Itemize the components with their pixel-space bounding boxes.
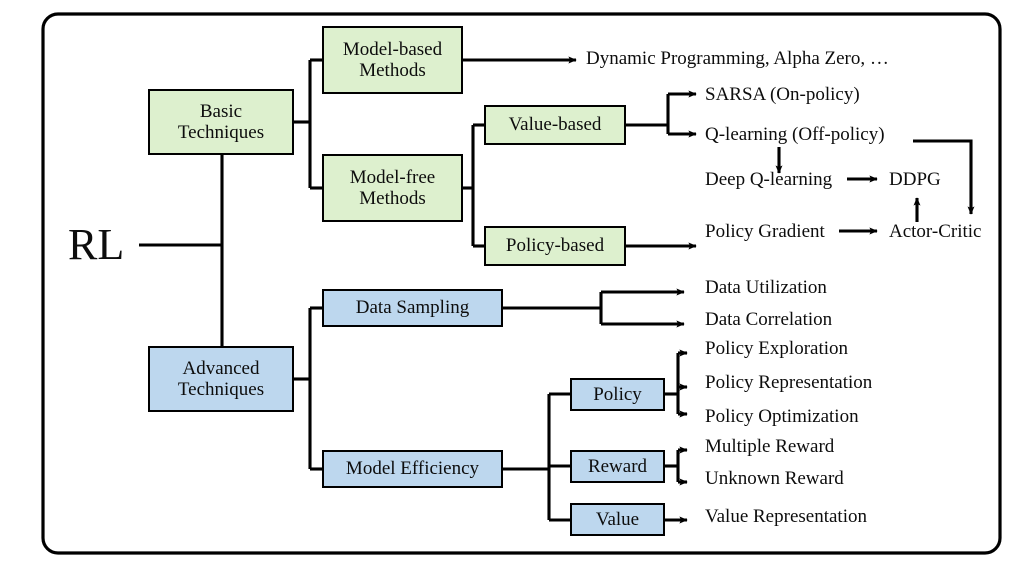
node-label-line2: Methods	[359, 60, 426, 81]
node-label: Value-based	[508, 114, 602, 136]
root-label-rl: RL	[68, 220, 125, 269]
leaf-actor-critic: Actor-Critic	[889, 221, 982, 242]
connector-lines-layer	[41, 12, 1002, 555]
node-advanced-techniques[interactable]: Advanced Techniques	[148, 346, 294, 412]
leaf-dynamic-programming: Dynamic Programming, Alpha Zero, …	[586, 48, 889, 69]
node-model-efficiency[interactable]: Model Efficiency	[322, 450, 503, 488]
node-data-sampling[interactable]: Data Sampling	[322, 289, 503, 327]
node-label-line1: Advanced	[182, 357, 260, 379]
node-label: Policy	[593, 383, 642, 405]
leaf-value-representation: Value Representation	[705, 506, 867, 527]
node-label-line1: Model-free	[349, 166, 436, 188]
leaf-policy-gradient: Policy Gradient	[705, 221, 825, 242]
node-label-line2: Techniques	[177, 122, 265, 143]
leaf-unknown-reward: Unknown Reward	[705, 468, 844, 489]
node-label: Model Efficiency	[345, 458, 480, 480]
node-label: Policy-based	[505, 235, 605, 257]
leaf-data-utilization: Data Utilization	[705, 277, 827, 298]
node-label: Value	[595, 508, 640, 530]
node-label-line2: Techniques	[177, 379, 265, 400]
node-label: Data Sampling	[355, 297, 470, 319]
node-policy-based[interactable]: Policy-based	[484, 226, 626, 266]
node-model-free-methods[interactable]: Model-free Methods	[322, 154, 463, 222]
leaf-data-correlation: Data Correlation	[705, 309, 833, 330]
node-basic-techniques[interactable]: Basic Techniques	[148, 89, 294, 155]
leaf-q-learning: Q-learning (Off-policy)	[705, 124, 885, 145]
node-label-line1: Basic	[199, 100, 243, 122]
rl-taxonomy-diagram: RL Basic Techniques Advanced Techniques …	[0, 0, 1023, 576]
leaf-ddpg: DDPG	[889, 169, 941, 190]
leaf-policy-optimization: Policy Optimization	[705, 406, 859, 427]
node-label: Reward	[587, 455, 648, 477]
node-label-line2: Methods	[359, 188, 426, 209]
node-label-line1: Model-based	[342, 38, 443, 60]
leaf-policy-representation: Policy Representation	[705, 372, 873, 393]
node-value-based[interactable]: Value-based	[484, 105, 626, 145]
node-model-based-methods[interactable]: Model-based Methods	[322, 26, 463, 94]
node-policy[interactable]: Policy	[570, 378, 665, 411]
node-value[interactable]: Value	[570, 503, 665, 536]
node-reward[interactable]: Reward	[570, 450, 665, 483]
leaf-sarsa: SARSA (On-policy)	[705, 84, 860, 105]
leaf-policy-exploration: Policy Exploration	[705, 338, 849, 359]
leaf-multiple-reward: Multiple Reward	[705, 436, 835, 457]
leaf-deep-q-learning: Deep Q-learning	[705, 169, 833, 190]
